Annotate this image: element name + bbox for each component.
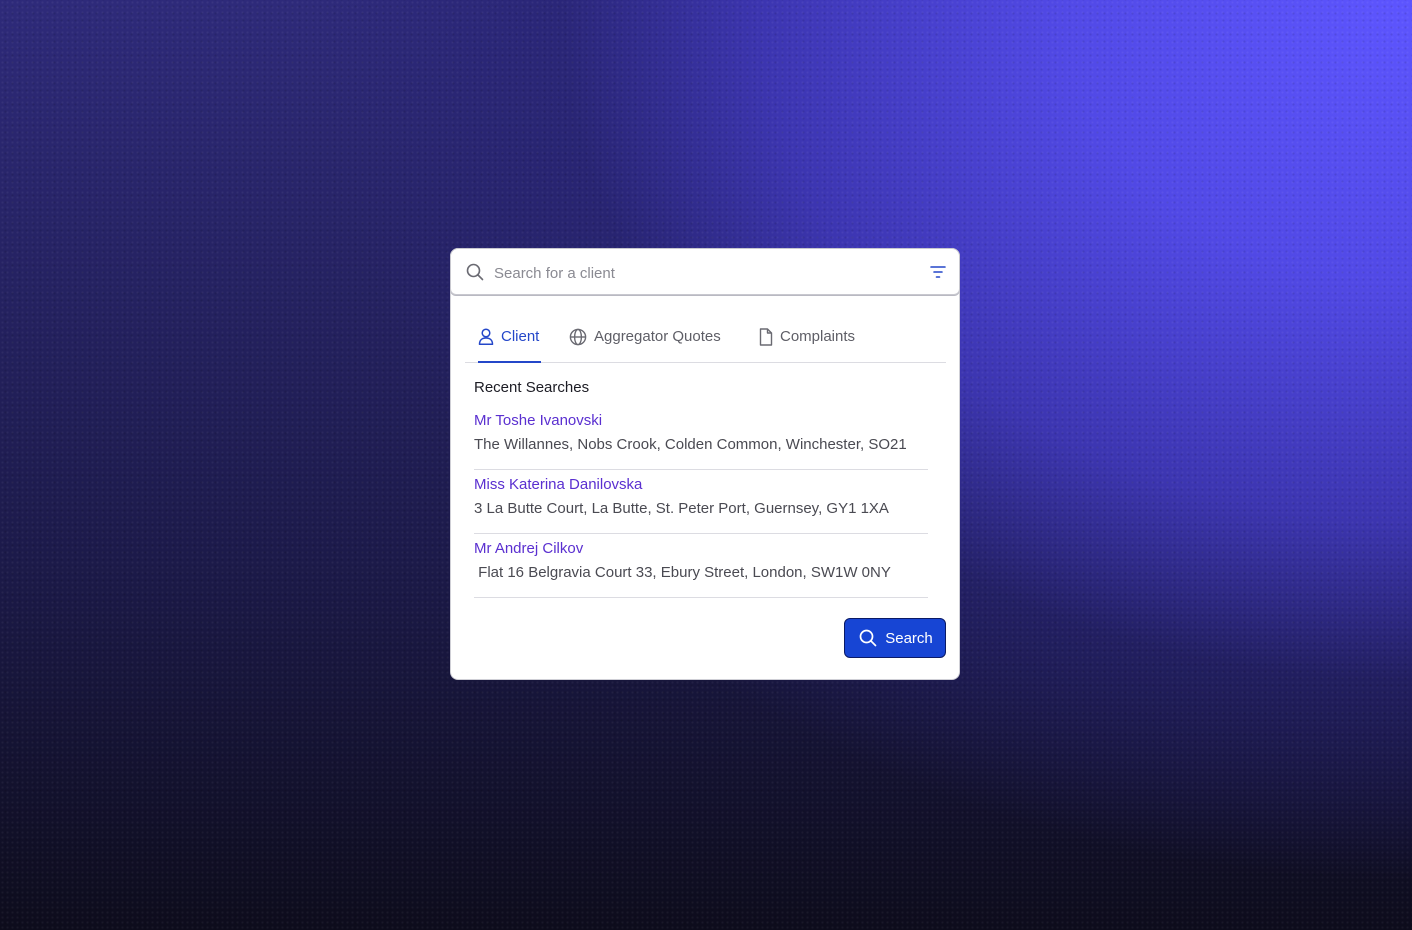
recent-search-item[interactable]: Miss Katerina Danilovska 3 La Butte Cour… — [474, 471, 928, 534]
client-search-dialog: Client Aggregator Quotes Complaints Rece… — [450, 248, 960, 680]
client-address: 3 La Butte Court, La Butte, St. Peter Po… — [474, 500, 889, 517]
search-bar — [450, 248, 960, 295]
recent-searches-title: Recent Searches — [474, 379, 590, 396]
client-name-link[interactable]: Miss Katerina Danilovska — [474, 476, 642, 493]
user-icon — [478, 328, 494, 345]
recent-search-item[interactable]: Mr Toshe Ivanovski The Willannes, Nobs C… — [474, 407, 928, 470]
search-button-label: Search — [885, 629, 933, 647]
client-address: Flat 16 Belgravia Court 33, Ebury Street… — [474, 564, 891, 581]
tab-complaints-label: Complaints — [780, 328, 856, 345]
client-name-link[interactable]: Mr Andrej Cilkov — [474, 540, 583, 557]
tab-client-label: Client — [501, 328, 540, 345]
search-button[interactable]: Search — [844, 618, 946, 658]
search-tabs: Client Aggregator Quotes Complaints — [465, 311, 946, 363]
tab-client[interactable]: Client — [478, 311, 542, 363]
page-background: { "search": { "placeholder": "Search for… — [0, 0, 1412, 930]
globe-icon — [569, 328, 587, 345]
tab-aggregator-quotes-label: Aggregator Quotes — [594, 328, 721, 345]
filter-icon[interactable] — [930, 265, 946, 279]
client-address: The Willannes, Nobs Crook, Colden Common… — [474, 436, 907, 453]
recent-search-item[interactable]: Mr Andrej Cilkov Flat 16 Belgravia Court… — [474, 535, 928, 598]
search-input[interactable] — [492, 257, 916, 289]
search-icon — [859, 629, 877, 647]
client-name-link[interactable]: Mr Toshe Ivanovski — [474, 412, 602, 429]
tab-complaints[interactable]: Complaints — [759, 311, 855, 362]
search-icon — [466, 263, 484, 281]
document-icon — [759, 327, 773, 346]
tab-aggregator-quotes[interactable]: Aggregator Quotes — [569, 311, 721, 362]
